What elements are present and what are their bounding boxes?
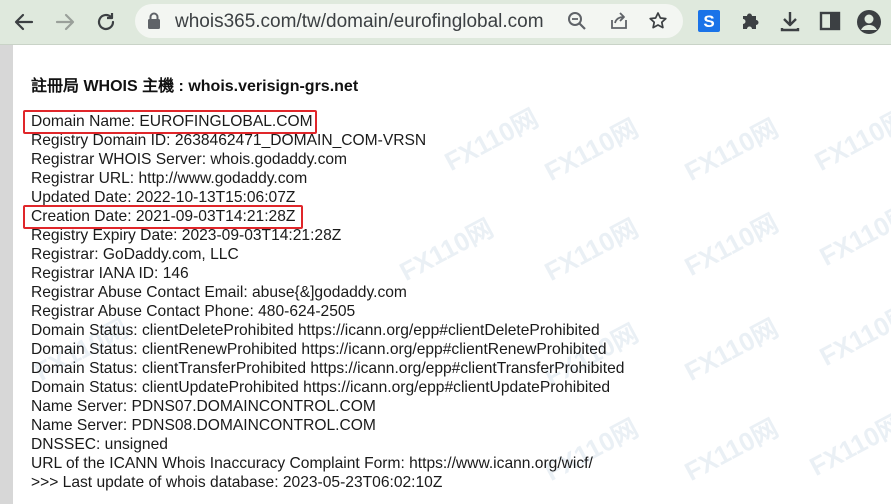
whois-line-registry-expiry-date: Registry Expiry Date: 2023-09-03T14:21:2… <box>31 227 342 244</box>
whois-line-registrar-iana-id: Registrar IANA ID: 146 <box>31 265 189 282</box>
registry-whois-server-heading: 註冊局 WHOIS 主機 : whois.verisign-grs.net <box>31 78 359 95</box>
download-icon[interactable] <box>778 9 804 35</box>
reload-icon[interactable] <box>92 8 120 36</box>
zoom-icon[interactable] <box>567 11 587 31</box>
lock-icon[interactable] <box>147 12 161 35</box>
whois-line-abuse-phone: Registrar Abuse Contact Phone: 480-624-2… <box>31 303 356 320</box>
page-content: 註冊局 WHOIS 主機 : whois.verisign-grs.net Do… <box>23 45 891 504</box>
whois-line-registry-domain-id: Registry Domain ID: 2638462471_DOMAIN_CO… <box>31 132 427 149</box>
whois-line-name-server: Name Server: PDNS08.DOMAINCONTROL.COM <box>31 417 376 434</box>
url-text[interactable]: whois365.com/tw/domain/eurofinglobal.com <box>175 11 544 33</box>
whois-line-abuse-email: Registrar Abuse Contact Email: abuse{&]g… <box>31 284 407 301</box>
share-icon[interactable] <box>609 11 629 31</box>
left-scroll-strip <box>0 45 13 504</box>
s-extension-icon[interactable]: S <box>697 9 723 35</box>
whois-line-registrar-url: Registrar URL: http://www.godaddy.com <box>31 170 308 187</box>
puzzle-icon[interactable] <box>738 9 764 35</box>
star-icon[interactable] <box>648 11 668 31</box>
whois-line-name-server: Name Server: PDNS07.DOMAINCONTROL.COM <box>31 398 376 415</box>
whois-line-icann-complaint-url: URL of the ICANN Whois Inaccuracy Compla… <box>31 455 593 472</box>
profile-icon[interactable] <box>856 9 882 35</box>
sidebar-icon[interactable] <box>818 9 844 35</box>
whois-line-registrar: Registrar: GoDaddy.com, LLC <box>31 246 239 263</box>
back-arrow-icon[interactable] <box>10 8 38 36</box>
whois-line-registrar-whois-server: Registrar WHOIS Server: whois.godaddy.co… <box>31 151 348 168</box>
whois-line-domain-status: Domain Status: clientDeleteProhibited ht… <box>31 322 600 339</box>
browser-toolbar: whois365.com/tw/domain/eurofinglobal.com… <box>0 0 891 45</box>
forward-arrow-icon[interactable] <box>51 8 79 36</box>
whois-line-creation-date: Creation Date: 2021-09-03T14:21:28Z <box>31 208 296 225</box>
whois-line-dnssec: DNSSEC: unsigned <box>31 436 168 453</box>
address-bar[interactable]: whois365.com/tw/domain/eurofinglobal.com <box>135 4 683 38</box>
whois-record: Domain Name: EUROFINGLOBAL.COM Registry … <box>31 112 624 492</box>
whois-line-domain-status: Domain Status: clientUpdateProhibited ht… <box>31 379 611 396</box>
whois-line-domain-name: Domain Name: EUROFINGLOBAL.COM <box>31 113 313 130</box>
whois-line-last-update: >>> Last update of whois database: 2023-… <box>31 474 443 491</box>
whois-line-domain-status: Domain Status: clientTransferProhibited … <box>31 360 625 377</box>
whois-line-domain-status: Domain Status: clientRenewProhibited htt… <box>31 341 607 358</box>
whois-line-updated-date: Updated Date: 2022-10-13T15:06:07Z <box>31 189 296 206</box>
svg-text:S: S <box>703 12 714 31</box>
